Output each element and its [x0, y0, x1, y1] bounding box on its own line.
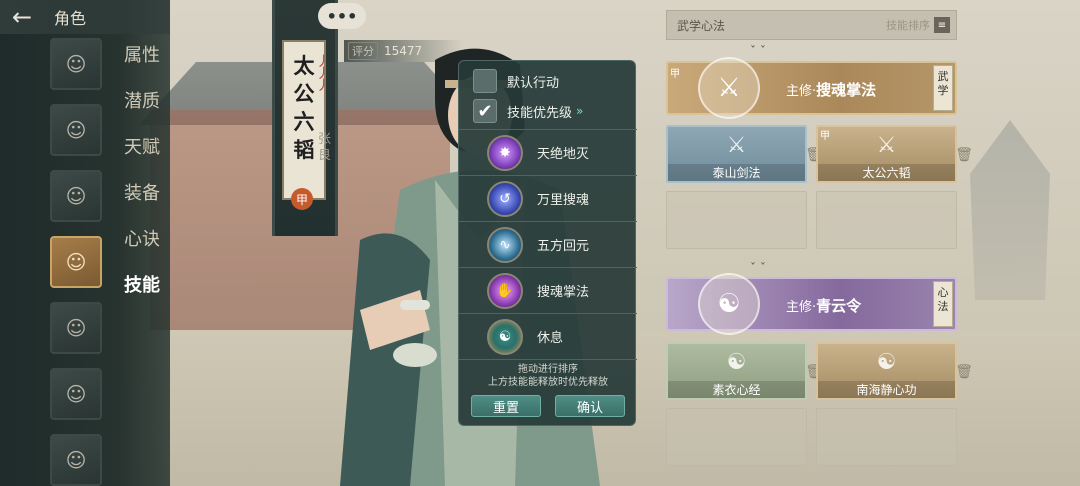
warrior-icon: ⚔: [876, 133, 897, 158]
cyan-swirl-icon: ∿: [487, 226, 523, 263]
purple-burst-icon: ✸: [487, 134, 523, 171]
trash-icon[interactable]: 🗑: [955, 147, 973, 163]
empty-art-slot[interactable]: [666, 191, 807, 249]
martial-arts-title: 武学心法: [677, 18, 726, 33]
avatar-list: ☺ ☺ ☺ ☺ ☺ ☺ ☺: [50, 38, 104, 486]
chevron-right-icon: »: [576, 104, 584, 118]
skill-priority-checkbox[interactable]: ✔: [473, 99, 497, 123]
menu-item-potential[interactable]: 潜质: [124, 86, 160, 132]
skill-list-item[interactable]: ✸ 天绝地灭: [459, 130, 637, 176]
banner-title-char: 太: [293, 53, 315, 78]
empty-art-slot[interactable]: [816, 191, 957, 249]
card-type-tag: 心法: [933, 281, 953, 327]
character-avatar[interactable]: ☺: [50, 368, 102, 420]
back-arrow-icon[interactable]: ←: [0, 0, 44, 34]
menu-item-mind-art[interactable]: 心诀: [124, 224, 160, 270]
card-type-tag: 武学: [933, 65, 953, 111]
skill-priority-label: 技能优先级: [507, 105, 573, 121]
banner-side-text: 张良: [318, 132, 332, 163]
meditating-figure-icon: ☯: [698, 273, 760, 335]
page-title: 角色: [54, 9, 87, 28]
main-art-text: 主修·搜魂掌法: [786, 79, 876, 100]
main-mind-art-card[interactable]: ☯ 主修·青云令 心法: [666, 273, 957, 335]
menu-item-equipment[interactable]: 装备: [124, 178, 160, 224]
character-avatar[interactable]: ☺: [50, 302, 102, 354]
default-action-label: 默认行动: [507, 75, 560, 91]
character-sidebar: ← 角色 ☺ ☺ ☺ ☺ ☺ ☺ ☺ 属性 潜质 天赋 装备 心诀 技能: [0, 0, 170, 486]
menu-item-skills[interactable]: 技能: [124, 270, 160, 316]
martial-arts-header: 武学心法 技能排序 ≡: [666, 10, 957, 40]
character-avatar[interactable]: ☺: [50, 434, 102, 486]
empty-art-slot[interactable]: [816, 408, 957, 466]
secondary-art-name: 素衣心经: [668, 381, 805, 398]
skill-priority-list: ✸ 天绝地灭 ↺ 万里搜魂 ∿ 五方回元 ✋ 搜魂掌法 ☯ 休息: [459, 129, 637, 360]
banner-title-char: 六: [293, 109, 315, 134]
banner-title-char: 韬: [293, 137, 315, 162]
main-art-name: 搜魂掌法: [816, 81, 877, 99]
menu-item-talent[interactable]: 天赋: [124, 132, 160, 178]
reset-button[interactable]: 重置: [471, 395, 541, 417]
buddha-icon: ☯: [876, 350, 897, 375]
main-art-text: 主修·青云令: [786, 295, 861, 316]
skill-name: 休息: [537, 331, 564, 346]
skill-name: 搜魂掌法: [537, 285, 590, 300]
main-martial-art-card[interactable]: 甲 ⚔ 主修·搜魂掌法 武学: [666, 57, 957, 119]
drag-hint-line: 上方技能能释放时优先释放: [488, 377, 608, 388]
banner-seal: 甲: [291, 188, 313, 210]
drag-hint-line: 拖动进行排序: [518, 364, 578, 375]
secondary-art-name: 南海静心功: [818, 381, 955, 398]
background-pavilion: [970, 120, 1050, 300]
skill-priority-popup: 默认行动 ✔ 技能优先级 » ✸ 天绝地灭 ↺ 万里搜魂 ∿ 五方回元 ✋ 搜魂…: [458, 60, 637, 426]
card-grade: 甲: [820, 131, 830, 142]
bird-decoration-icon: ˇ ˇ: [750, 44, 766, 58]
scholar-icon: ☯: [726, 350, 747, 375]
meditation-icon: ☯: [487, 318, 523, 355]
secondary-art-name: 太公六韬: [818, 164, 955, 181]
secondary-art-card[interactable]: 甲 ⚔ 太公六韬 🗑: [816, 125, 973, 183]
martial-pose-icon: ⚔: [698, 57, 760, 119]
secondary-art-card[interactable]: ☯ 素衣心经 🗑: [666, 342, 823, 400]
top-bar: ← 角色: [0, 0, 170, 34]
character-avatar[interactable]: ☺: [50, 104, 102, 156]
skill-name: 天绝地灭: [537, 147, 590, 162]
card-grade: 甲: [670, 69, 680, 80]
empty-art-slot[interactable]: [666, 408, 807, 466]
popup-actions: 重置 确认: [471, 395, 625, 417]
swordsman-icon: ⚔: [726, 133, 747, 158]
more-button[interactable]: •••: [318, 3, 366, 29]
sort-icon: ≡: [934, 17, 950, 33]
skill-sort-label: 技能排序: [886, 19, 930, 32]
main-art-prefix: 主修·: [786, 84, 817, 99]
skill-sort-button[interactable]: 技能排序 ≡: [886, 17, 950, 33]
skill-list-item[interactable]: ☯ 休息: [459, 314, 637, 360]
secondary-art-card[interactable]: ⚔ 泰山剑法 🗑: [666, 125, 823, 183]
skill-list-item[interactable]: ✋ 搜魂掌法: [459, 268, 637, 314]
character-menu: 属性 潜质 天赋 装备 心诀 技能: [124, 40, 160, 316]
blue-vortex-icon: ↺: [487, 180, 523, 217]
character-avatar[interactable]: ☺: [50, 38, 102, 90]
purple-palm-icon: ✋: [487, 272, 523, 309]
secondary-art-name: 泰山剑法: [668, 164, 805, 181]
red-stroke-decoration: 丿丿丿: [316, 54, 330, 94]
secondary-art-card[interactable]: ☯ 南海静心功 🗑: [816, 342, 973, 400]
main-art-prefix: 主修·: [786, 300, 817, 315]
menu-item-attributes[interactable]: 属性: [124, 40, 160, 86]
confirm-button[interactable]: 确认: [555, 395, 625, 417]
bird-decoration-icon: ˇ ˇ: [750, 261, 766, 275]
drag-hint: 拖动进行排序 上方技能能释放时优先释放: [459, 363, 637, 389]
default-action-checkbox[interactable]: [473, 69, 497, 93]
character-avatar[interactable]: ☺: [50, 170, 102, 222]
skill-list-item[interactable]: ∿ 五方回元: [459, 222, 637, 268]
skill-name: 万里搜魂: [537, 193, 590, 208]
banner-title-char: 公: [293, 81, 315, 106]
skill-priority-option[interactable]: ✔ 技能优先级 »: [473, 99, 583, 123]
character-avatar-selected[interactable]: ☺: [50, 236, 102, 288]
main-art-name: 青云令: [816, 297, 862, 315]
default-action-option[interactable]: 默认行动: [473, 69, 559, 93]
skill-list-item[interactable]: ↺ 万里搜魂: [459, 176, 637, 222]
skill-name: 五方回元: [537, 239, 590, 254]
trash-icon[interactable]: 🗑: [955, 364, 973, 380]
